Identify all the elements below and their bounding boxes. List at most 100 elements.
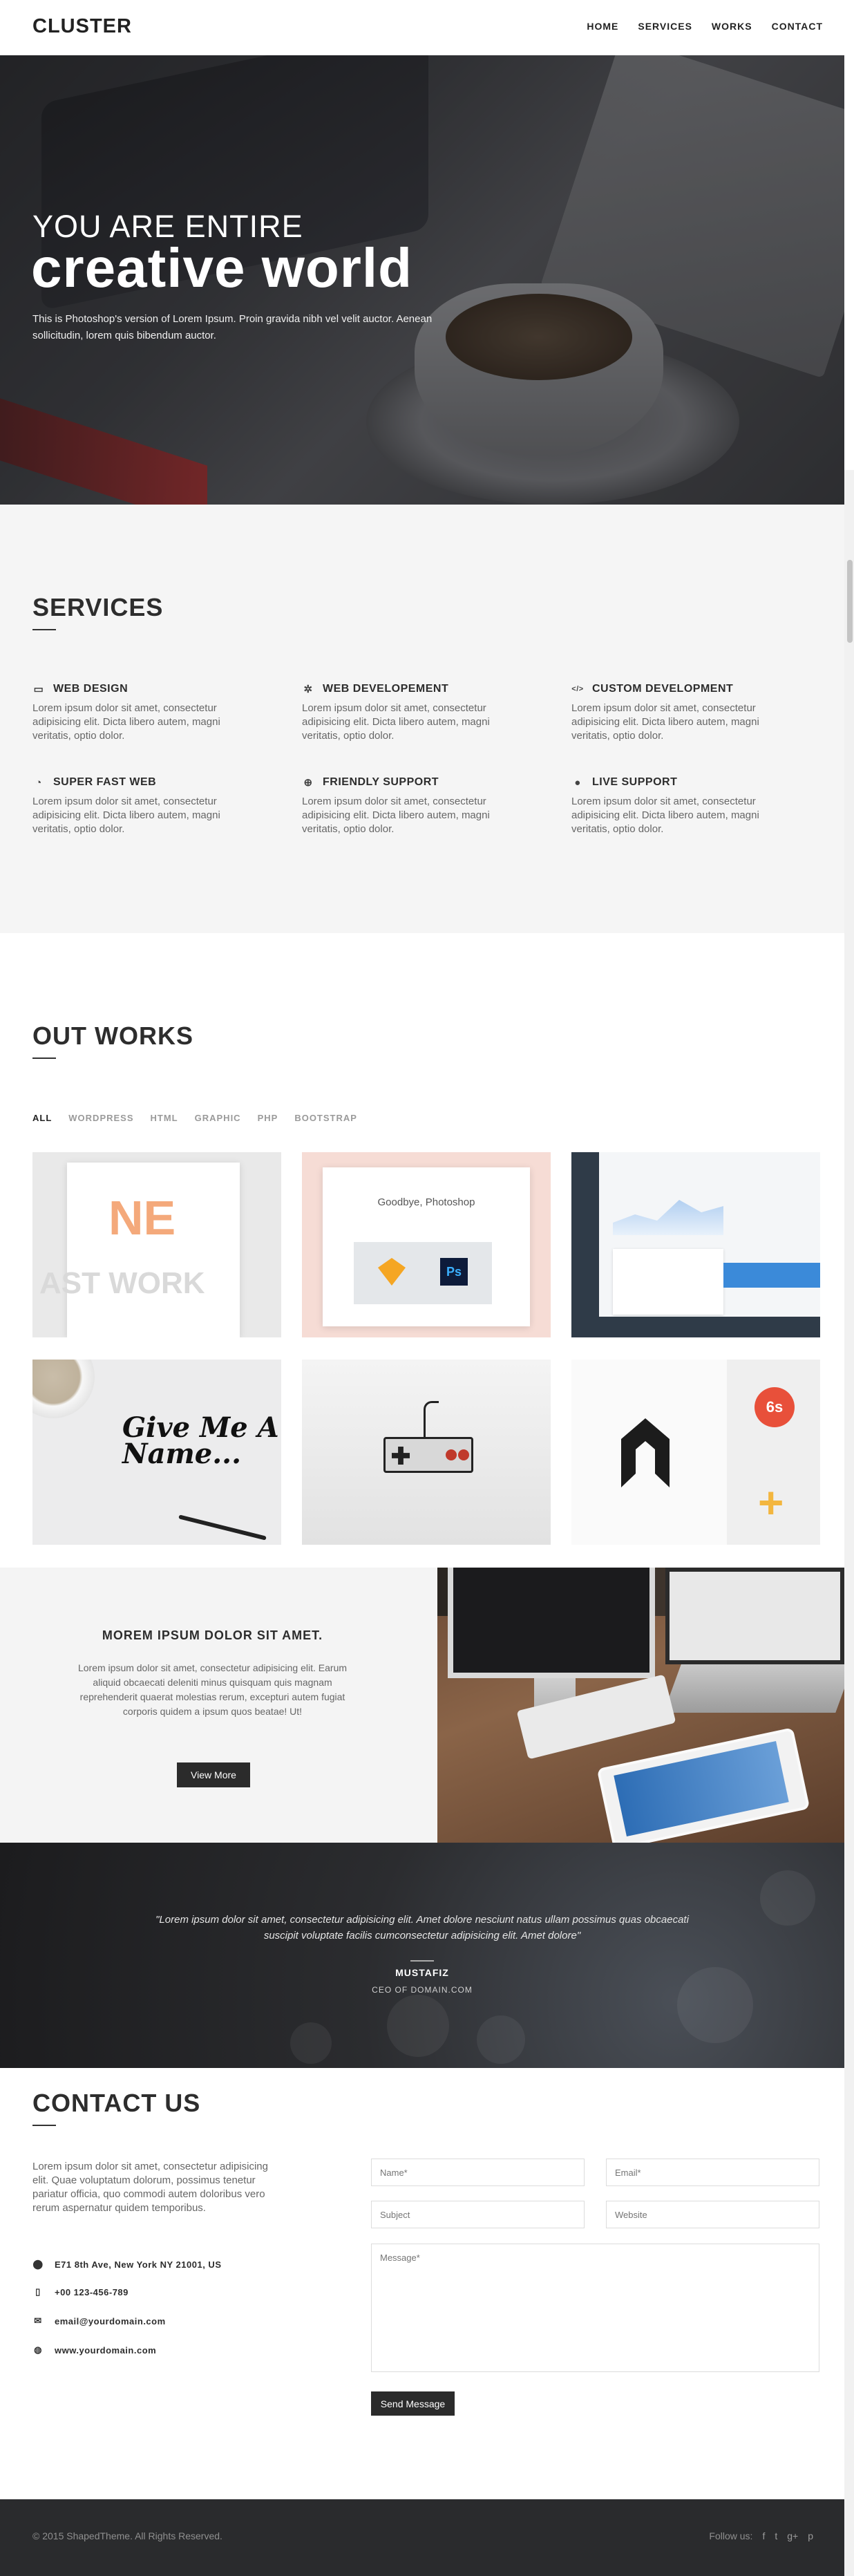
- portfolio-item-2[interactable]: Goodbye, Photoshop Ps: [302, 1152, 551, 1337]
- mockup-card: [613, 1249, 723, 1315]
- testimonial-section: "Lorem ipsum dolor sit amet, consectetur…: [0, 1843, 844, 2068]
- mockup-heading: Goodbye, Photoshop: [377, 1196, 475, 1208]
- bokeh-light: [290, 2022, 332, 2064]
- service-title: WEB DEVELOPEMENT: [323, 683, 449, 695]
- service-text: Lorem ipsum dolor sit amet, consectetur …: [302, 702, 490, 742]
- page-scrollbar[interactable]: [844, 470, 854, 2576]
- filter-php[interactable]: PHP: [258, 1113, 278, 1123]
- chevron-logo-icon: [621, 1418, 670, 1487]
- contact-email: ✉ email@yourdomain.com: [32, 2315, 166, 2326]
- filter-html[interactable]: HTML: [151, 1113, 178, 1123]
- facebook-icon[interactable]: f: [762, 2530, 765, 2541]
- service-title: SUPER FAST WEB: [53, 776, 157, 788]
- mockup-panel: [354, 1242, 492, 1304]
- service-title: LIVE SUPPORT: [592, 776, 678, 788]
- badge-icon: 6s: [755, 1387, 795, 1427]
- contact-phone: ▯ +00 123-456-789: [32, 2286, 129, 2297]
- name-field[interactable]: [371, 2159, 585, 2186]
- site-logo[interactable]: CLUSTER: [32, 15, 132, 38]
- lifebuoy-icon: ⊕: [303, 777, 313, 789]
- promo-devices-image: [437, 1568, 844, 1843]
- service-web-development: ✲ WEB DEVELOPEMENT Lorem ipsum dolor sit …: [302, 683, 523, 743]
- portfolio-item-3[interactable]: [571, 1152, 820, 1337]
- lettering-text: Give Me A Name...: [122, 1411, 279, 1470]
- portfolio-item-4[interactable]: Give Me A Name...: [32, 1360, 281, 1545]
- hero-description: This is Photoshop's version of Lorem Ips…: [32, 313, 433, 341]
- contact-description: Lorem ipsum dolor sit amet, consectetur …: [32, 2161, 268, 2214]
- portfolio-filters: ALL WORDPRESS HTML GRAPHIC PHP BOOTSTRAP: [32, 1113, 357, 1123]
- mockup-blue-bar: [723, 1263, 820, 1288]
- google-plus-icon[interactable]: g+: [787, 2530, 798, 2541]
- service-title: WEB DESIGN: [53, 683, 129, 695]
- service-title: FRIENDLY SUPPORT: [323, 776, 439, 788]
- photoshop-logo-icon: Ps: [440, 1258, 468, 1286]
- main-nav: HOME SERVICES WORKS CONTACT: [587, 21, 823, 32]
- pinterest-icon[interactable]: p: [808, 2530, 813, 2541]
- nav-works[interactable]: WORKS: [712, 21, 752, 32]
- controller-cord: [424, 1401, 439, 1439]
- portfolio-item-1[interactable]: NE AST WORK: [32, 1152, 281, 1337]
- website-field[interactable]: [606, 2201, 819, 2228]
- works-title-underline: [32, 1057, 56, 1059]
- contact-address: ⬤ E71 8th Ave, New York NY 21001, US: [32, 2259, 222, 2270]
- code-icon: </>: [571, 685, 584, 693]
- phone-icon: ▯: [35, 2286, 41, 2297]
- hero-banner: YOU ARE ENTIRE creative world This is Ph…: [0, 55, 844, 505]
- website-text[interactable]: www.yourdomain.com: [55, 2345, 156, 2356]
- twitter-icon[interactable]: t: [775, 2530, 777, 2541]
- email-field[interactable]: [606, 2159, 819, 2186]
- scrollbar-thumb[interactable]: [847, 560, 853, 643]
- portfolio-item-5[interactable]: [302, 1360, 551, 1545]
- coffee-cup-shape: [32, 1360, 95, 1418]
- monitor-icon: ▭: [33, 684, 44, 695]
- promo-section: MOREM IPSUM DOLOR SIT AMET. Lorem ipsum …: [0, 1568, 844, 1843]
- mockup-ghost-text: AST WORK: [39, 1266, 205, 1300]
- services-section: SERVICES ▭ WEB DESIGN Lorem ipsum dolor s…: [0, 505, 844, 933]
- bokeh-light: [387, 1995, 449, 2057]
- works-title: OUT WORKS: [32, 1022, 193, 1050]
- service-custom-development: </> CUSTOM DEVELOPMENT Lorem ipsum dolor …: [571, 683, 793, 743]
- filter-bootstrap[interactable]: BOOTSTRAP: [294, 1113, 357, 1123]
- service-super-fast-web: ◔ SUPER FAST WEB Lorem ipsum dolor sit am…: [32, 776, 254, 836]
- phone-text: +00 123-456-789: [55, 2286, 129, 2297]
- subject-field[interactable]: [371, 2201, 585, 2228]
- view-more-button[interactable]: View More: [177, 1762, 250, 1787]
- service-friendly-support: ⊕ FRIENDLY SUPPORT Lorem ipsum dolor sit …: [302, 776, 523, 836]
- filter-graphic[interactable]: GRAPHIC: [195, 1113, 241, 1123]
- send-message-button[interactable]: Send Message: [371, 2391, 455, 2416]
- filter-all[interactable]: ALL: [32, 1113, 52, 1123]
- nav-contact[interactable]: CONTACT: [772, 21, 823, 32]
- bokeh-light: [477, 2015, 525, 2064]
- map-marker-icon: ⬤: [32, 2259, 44, 2269]
- promo-content: MOREM IPSUM DOLOR SIT AMET. Lorem ipsum …: [0, 1568, 437, 1843]
- nav-home[interactable]: HOME: [587, 21, 618, 32]
- service-text: Lorem ipsum dolor sit amet, consectetur …: [302, 796, 490, 835]
- hero-title-large: creative world: [31, 237, 413, 299]
- envelope-icon: ✉: [34, 2315, 42, 2326]
- brush-shape: [178, 1514, 267, 1541]
- testimonial-divider: [410, 1960, 434, 1962]
- email-text[interactable]: email@yourdomain.com: [55, 2316, 166, 2326]
- plus-icon: +: [758, 1478, 784, 1527]
- filter-wordpress[interactable]: WORDPRESS: [68, 1113, 133, 1123]
- page: CLUSTER HOME SERVICES WORKS CONTACT YOU …: [0, 0, 854, 2576]
- dashboard-icon: ◔: [35, 776, 42, 789]
- copyright-text: © 2015 ShapedTheme. All Rights Reserved.: [32, 2530, 222, 2541]
- contact-title-underline: [32, 2125, 56, 2126]
- service-title: CUSTOM DEVELOPMENT: [592, 683, 734, 695]
- testimonial-role: CEO OF DOMAIN.COM: [372, 1985, 473, 1995]
- promo-title: MOREM IPSUM DOLOR SIT AMET.: [102, 1628, 323, 1642]
- message-field[interactable]: [371, 2244, 819, 2372]
- chat-icon: ●: [574, 776, 581, 789]
- controller-button-a: [446, 1449, 457, 1460]
- laptop-screen-shape: [665, 1568, 844, 1664]
- site-header: CLUSTER HOME SERVICES WORKS CONTACT: [0, 0, 854, 55]
- portfolio-item-6[interactable]: 6s +: [571, 1360, 820, 1545]
- services-title: SERVICES: [32, 593, 164, 621]
- contact-section: CONTACT US Lorem ipsum dolor sit amet, c…: [0, 2068, 844, 2499]
- controller-button-b: [458, 1449, 469, 1460]
- services-title-underline: [32, 629, 56, 630]
- testimonial-quote: "Lorem ipsum dolor sit amet, consectetur…: [155, 1914, 689, 1942]
- service-live-support: ● LIVE SUPPORT Lorem ipsum dolor sit amet…: [571, 776, 793, 836]
- nav-services[interactable]: SERVICES: [638, 21, 692, 32]
